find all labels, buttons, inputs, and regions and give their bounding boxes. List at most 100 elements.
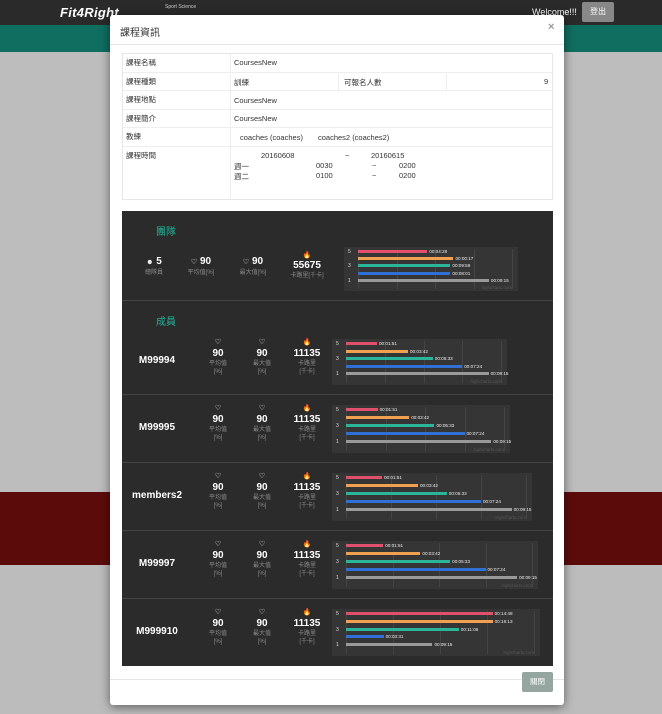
chart-y-label: 1: [348, 277, 351, 284]
flame-icon: 🔥: [302, 405, 312, 412]
chart-bar: [346, 364, 463, 368]
sched-start: 0100: [316, 171, 333, 180]
grid-line: [423, 341, 425, 383]
close-icon[interactable]: ×: [548, 21, 554, 33]
team-max-label: 最大值[%]: [239, 270, 267, 276]
grid-line: [346, 341, 347, 383]
chart-y-label: 3: [336, 559, 339, 565]
team-members-stat: ☻ 5 總隊員: [134, 255, 174, 277]
grid-line: [485, 543, 487, 587]
member-name: M999910: [136, 625, 178, 637]
time-label: 課程時間: [126, 151, 156, 160]
member-max-label: 最大值: [252, 361, 271, 367]
heart-icon: ♡: [214, 339, 222, 346]
chart-bar: [346, 612, 493, 615]
grid-line: [439, 543, 440, 587]
header-divider: [110, 44, 564, 45]
member-section: M99995 ♡ 90 平均值 [%] ♡ 90 最大值 [%] 🔥 11135 卡路里 [千卡] 00:…: [122, 395, 553, 463]
logout-button[interactable]: 登出: [582, 2, 614, 22]
heart-icon: ♡: [258, 609, 266, 616]
grid-line: [504, 407, 505, 451]
chart-y-label: 5: [336, 407, 339, 413]
member-max-unit: [%]: [257, 369, 267, 375]
chart-bar: [358, 278, 489, 282]
chart-bar-label: 00:09:15: [513, 507, 532, 512]
grid-line: [481, 475, 482, 519]
chart-bar: [346, 416, 410, 419]
chart-y-label: 5: [336, 475, 339, 481]
flame-icon: 🔥: [302, 252, 312, 259]
chart-bar: [346, 568, 486, 571]
heart-icon: ♡: [190, 259, 198, 266]
member-avg: 90: [212, 482, 224, 493]
modal-title: 課程資訊: [120, 28, 160, 39]
member-avg: 90: [212, 618, 224, 629]
grid-line: [487, 611, 488, 654]
course-info-table: 課程名稱 CoursesNew 課程種類 訓練 可報名人數 9 課程地點 Cou…: [122, 53, 553, 200]
chart-bar-label: 00:08:01: [452, 270, 471, 276]
chart-watermark: highcharts.com: [501, 583, 532, 588]
member-name: members2: [131, 490, 183, 501]
chart-bar-label: 00:03:42: [422, 551, 441, 556]
chart-y-label: 3: [336, 626, 339, 633]
sched-day: 週二: [234, 172, 249, 181]
date-end: 20160615: [371, 151, 405, 160]
group-icon: ☻: [146, 259, 154, 266]
footer-divider: [110, 679, 564, 680]
member-cal-unit: [千卡]: [299, 639, 315, 645]
member-avg-stat: ♡ 90 平均值 [%]: [198, 405, 238, 442]
chart-bar-label: 00:01:51: [385, 543, 404, 548]
sched-sep: ~: [372, 171, 377, 180]
heart-icon: ♡: [214, 541, 222, 548]
member-chart: 00:01:51 00:03:42 00:05:33 00:07:24 00:09:15…: [332, 339, 509, 385]
flame-icon: 🔥: [302, 609, 312, 616]
team-max: 90: [251, 256, 264, 267]
course-type-label: 課程種類: [126, 77, 156, 86]
member-cal-label: 卡路里: [297, 631, 316, 637]
member-cal-label: 卡路里: [297, 427, 316, 433]
member-avg-label: 平均值: [208, 495, 227, 501]
members-label: 總隊員: [144, 270, 163, 276]
grid-line: [346, 407, 347, 451]
stats-panel: 團隊 ☻ 5 總隊員 ♡ 90 平均值[%] ♡ 90 最大值[%] 🔥 556…: [122, 211, 553, 666]
members-count: 5: [156, 256, 162, 267]
chart-y-label: 5: [348, 249, 351, 255]
close-button[interactable]: 關閉: [522, 672, 553, 692]
divider: [230, 128, 231, 147]
course-type-value: 訓練: [234, 78, 249, 87]
team-cal-label: 卡路里[千卡]: [290, 273, 324, 279]
divider: [446, 73, 447, 91]
member-chart: 00:01:51 00:03:42 00:05:33 00:07:24 00:09:15…: [332, 405, 511, 453]
member-avg-stat: ♡ 90 平均值 [%]: [198, 339, 238, 376]
chart-bar-label: 00:01:51: [384, 475, 402, 480]
heart-icon: ♡: [214, 473, 222, 480]
chart-bar-label: 00:09:15: [519, 575, 537, 580]
chart-watermark: highcharts.com: [470, 379, 501, 384]
chart-y-label: 5: [336, 341, 339, 347]
chart-y-label: 3: [336, 491, 339, 497]
member-max: 90: [256, 414, 268, 425]
heart-icon: ♡: [258, 473, 266, 480]
chart-bar: [346, 552, 421, 555]
member-max-stat: ♡ 90 最大值 [%]: [242, 405, 282, 442]
chart-bar-label: 00:07:24: [483, 499, 501, 504]
grid-line: [384, 341, 386, 383]
chart-bar: [346, 408, 378, 411]
member-max: 90: [256, 550, 268, 561]
chart-bar: [346, 576, 518, 579]
chart-bar-label: 00:09:15: [434, 642, 453, 648]
grid-line: [358, 249, 359, 289]
sched-end: 0200: [399, 161, 416, 170]
chart-bar-label: 00:09:15: [490, 371, 509, 377]
member-max-unit: [%]: [257, 639, 267, 645]
member-max-stat: ♡ 90 最大值 [%]: [242, 339, 282, 376]
member-avg-unit: [%]: [213, 503, 223, 509]
member-cal-unit: [千卡]: [299, 503, 315, 509]
member-max-unit: [%]: [257, 503, 267, 509]
chart-bar-label: 00:07:24: [466, 431, 485, 436]
member-section: M99994 ♡ 90 平均值 [%] ♡ 90 最大值 [%] 🔥 11135 卡路里 [千卡] 00:…: [122, 329, 553, 395]
chart-y-label: 1: [336, 642, 339, 649]
member-max-label: 最大值: [252, 563, 271, 569]
chart-bar: [346, 342, 377, 345]
sched-start: 0030: [316, 161, 333, 170]
